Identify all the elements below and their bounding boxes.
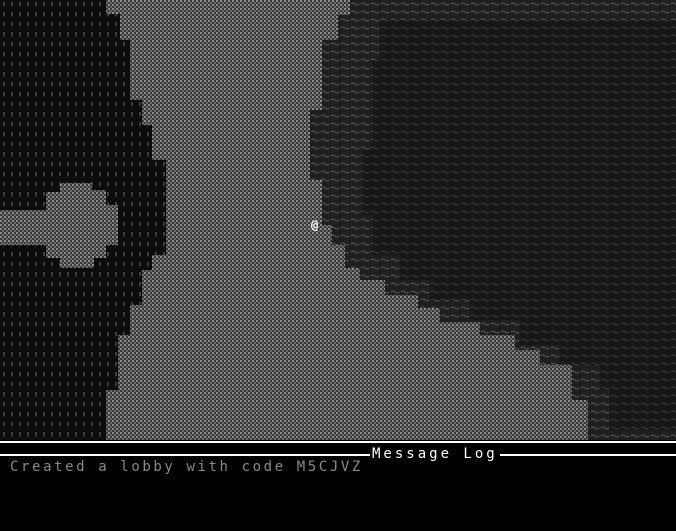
log-message: Created a lobby with code M5CJVZ bbox=[10, 459, 363, 475]
log-frame-top-line bbox=[0, 441, 676, 443]
message-log-panel: Created a lobby with code M5CJVZ bbox=[0, 458, 676, 531]
game-map bbox=[0, 0, 676, 440]
player-character: @ bbox=[311, 218, 319, 232]
log-frame-bottom-line bbox=[0, 454, 676, 456]
